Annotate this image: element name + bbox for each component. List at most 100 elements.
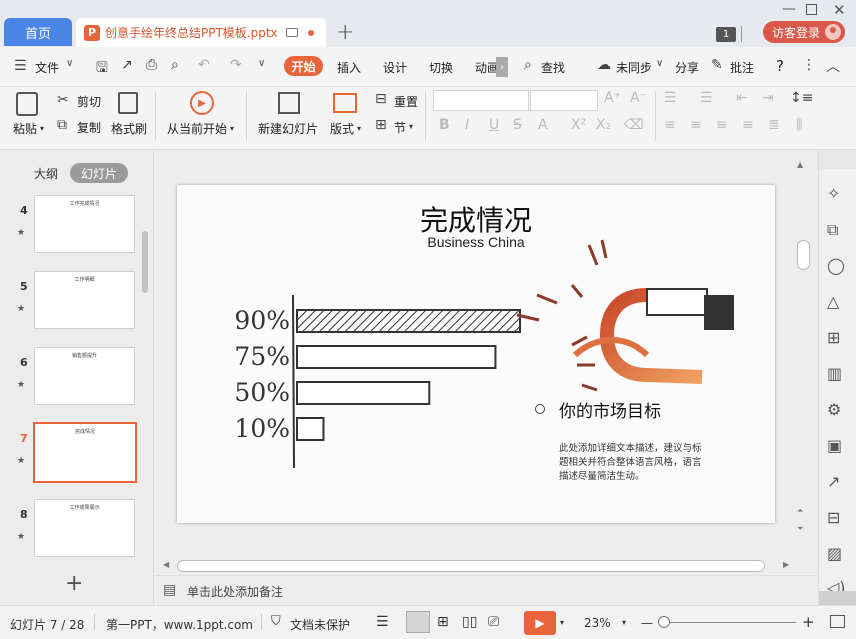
columns-icon[interactable]: ⫼ bbox=[796, 117, 802, 133]
maximize-icon[interactable] bbox=[806, 4, 817, 15]
strikethrough-icon[interactable]: S bbox=[513, 117, 522, 133]
scroll-right-icon[interactable]: ▶ bbox=[783, 560, 789, 569]
help-button[interactable]: ? bbox=[776, 57, 784, 75]
grid-icon[interactable]: ⊞ bbox=[827, 328, 840, 347]
scroll-left-icon[interactable]: ◀ bbox=[163, 560, 169, 569]
cut-button[interactable]: 剪切 bbox=[77, 93, 101, 110]
hamburger-icon[interactable]: ☰ bbox=[14, 58, 27, 74]
add-slide-button[interactable]: + bbox=[65, 571, 83, 596]
slide-thumbnail[interactable]: 工作明细 bbox=[34, 271, 135, 329]
font-size-combo[interactable] bbox=[530, 90, 598, 111]
copy-icon[interactable]: ⧉ bbox=[57, 117, 67, 133]
increase-indent-icon[interactable]: ⇥ bbox=[762, 90, 774, 106]
distribute-icon[interactable]: ≣ bbox=[768, 117, 780, 133]
section-button[interactable]: 节 bbox=[394, 119, 406, 136]
notes-pane[interactable]: ▤ 单击此处添加备注 bbox=[155, 575, 817, 605]
scroll-prev-page-icon[interactable]: ⏶ bbox=[797, 506, 803, 516]
image-icon[interactable]: ▣ bbox=[827, 436, 842, 455]
zoom-chevron-icon[interactable]: ▾ bbox=[622, 618, 626, 627]
subscript-icon[interactable]: X₂ bbox=[596, 117, 611, 133]
tab-home[interactable]: 首页 bbox=[4, 18, 72, 46]
normal-view-button[interactable] bbox=[406, 611, 430, 633]
brush-icon[interactable] bbox=[118, 92, 138, 114]
picture-icon[interactable]: ▨ bbox=[827, 544, 842, 563]
shapes-icon[interactable]: ◯ bbox=[827, 256, 845, 275]
menu-file[interactable]: 文件 bbox=[35, 59, 59, 76]
box-icon[interactable]: ⊟ bbox=[827, 508, 840, 527]
monitor-icon[interactable] bbox=[286, 28, 298, 37]
window-count-badge[interactable]: 1 bbox=[716, 27, 736, 42]
menu-tab-design[interactable]: 设计 bbox=[383, 59, 407, 76]
tab-document[interactable]: P 创意手绘年终总结PPT模板.pptx bbox=[76, 18, 326, 47]
bullets-icon[interactable]: ☰ bbox=[664, 90, 677, 106]
align-center-icon[interactable]: ≡ bbox=[690, 117, 702, 133]
layout-button[interactable]: 版式 bbox=[330, 120, 354, 137]
italic-icon[interactable]: I bbox=[465, 117, 469, 133]
paste-button[interactable]: 粘贴 bbox=[13, 120, 37, 137]
protection-status[interactable]: 文档未保护 bbox=[290, 616, 350, 633]
slide-thumbnail-selected[interactable]: 完成情况 bbox=[33, 422, 137, 483]
menu-tab-transition[interactable]: 切换 bbox=[429, 59, 453, 76]
decrease-font-icon[interactable]: A⁻ bbox=[630, 90, 647, 106]
zoom-in-button[interactable]: + bbox=[802, 613, 815, 631]
layout-icon[interactable] bbox=[333, 93, 357, 113]
hscroll-thumb[interactable] bbox=[177, 560, 765, 572]
sync-chevron-icon[interactable]: ∨ bbox=[656, 58, 663, 69]
reset-button[interactable]: 重置 bbox=[394, 93, 418, 110]
save-icon[interactable]: 🖫 bbox=[96, 57, 108, 81]
zoom-slider[interactable] bbox=[660, 622, 796, 623]
undo-icon[interactable]: ↶ bbox=[198, 57, 210, 73]
zoom-level[interactable]: 23% bbox=[584, 616, 611, 630]
print-icon[interactable]: ⎙ bbox=[146, 57, 157, 73]
section-icon[interactable]: ⊞ bbox=[375, 117, 387, 133]
record-icon[interactable]: ⎚ bbox=[488, 614, 499, 630]
menu-tab-home[interactable]: 开始 bbox=[284, 56, 323, 76]
chevron-right-icon[interactable]: › bbox=[496, 57, 508, 77]
justify-icon[interactable]: ≡ bbox=[742, 117, 754, 133]
more-dropdown-icon[interactable]: ∨ bbox=[258, 58, 265, 69]
close-icon[interactable]: ✕ bbox=[833, 1, 846, 19]
slideshow-chevron-icon[interactable]: ▾ bbox=[560, 618, 564, 627]
collapse-toolbar-button[interactable] bbox=[819, 591, 856, 605]
notes-placeholder[interactable]: 单击此处添加备注 bbox=[187, 583, 283, 600]
paste-chevron-icon[interactable]: ▾ bbox=[40, 124, 44, 133]
increase-font-icon[interactable]: A⁺ bbox=[604, 90, 621, 106]
reading-view-icon[interactable]: ▯▯ bbox=[462, 614, 477, 630]
redo-icon[interactable]: ↷ bbox=[230, 57, 242, 73]
format-painter-button[interactable]: 格式刷 bbox=[111, 120, 147, 137]
section-chevron-icon[interactable]: ▾ bbox=[409, 122, 413, 131]
settings-icon[interactable]: ⚙ bbox=[827, 400, 841, 419]
slide-sorter-icon[interactable]: ⊞ bbox=[437, 614, 449, 630]
slide-thumbnail[interactable]: 工作完成情况 bbox=[34, 195, 135, 253]
fit-window-icon[interactable] bbox=[830, 615, 845, 628]
clear-format-icon[interactable]: ⌫ bbox=[624, 117, 644, 133]
layout-chevron-icon[interactable]: ▾ bbox=[357, 124, 361, 133]
scroll-next-page-icon[interactable]: ⏷ bbox=[797, 524, 803, 534]
chevron-down-icon[interactable]: ∨ bbox=[66, 58, 73, 69]
paste-icon[interactable] bbox=[16, 92, 38, 116]
search-button[interactable]: 查找 bbox=[541, 59, 565, 76]
from-current-chevron-icon[interactable]: ▾ bbox=[230, 124, 234, 133]
new-slide-button[interactable]: 新建幻灯片 bbox=[258, 120, 318, 137]
search-icon[interactable]: ⌕ bbox=[524, 57, 532, 73]
copy-button[interactable]: 复制 bbox=[77, 119, 101, 136]
sync-status[interactable]: 未同步 bbox=[616, 59, 652, 76]
align-right-icon[interactable]: ≡ bbox=[716, 117, 728, 133]
more-icon[interactable]: ⋮ bbox=[802, 57, 816, 73]
slide-thumbnail[interactable]: 销售额提升 bbox=[34, 347, 135, 405]
numbering-icon[interactable]: ☰ bbox=[700, 90, 713, 106]
slide-vscrollbar[interactable]: ▲ ⏶ ⏷ bbox=[797, 160, 811, 555]
guest-login-button[interactable]: 访客登录 bbox=[763, 21, 845, 43]
replace-icon[interactable]: ⧉ bbox=[827, 220, 838, 240]
sparkle-icon[interactable]: ✧ bbox=[827, 184, 840, 203]
font-name-combo[interactable] bbox=[433, 90, 529, 111]
reset-icon[interactable]: ⊟ bbox=[375, 91, 387, 107]
annotate-button[interactable]: 批注 bbox=[730, 59, 754, 76]
zoom-out-button[interactable]: — bbox=[641, 616, 653, 630]
scroll-up-icon[interactable]: ▲ bbox=[797, 160, 803, 169]
play-icon[interactable]: ▶ bbox=[190, 91, 214, 115]
superscript-icon[interactable]: X² bbox=[571, 117, 586, 133]
tab-outline[interactable]: 大纲 bbox=[34, 165, 58, 182]
scissors-icon[interactable]: ✂ bbox=[57, 92, 69, 108]
tab-slides[interactable]: 幻灯片 bbox=[70, 163, 128, 183]
